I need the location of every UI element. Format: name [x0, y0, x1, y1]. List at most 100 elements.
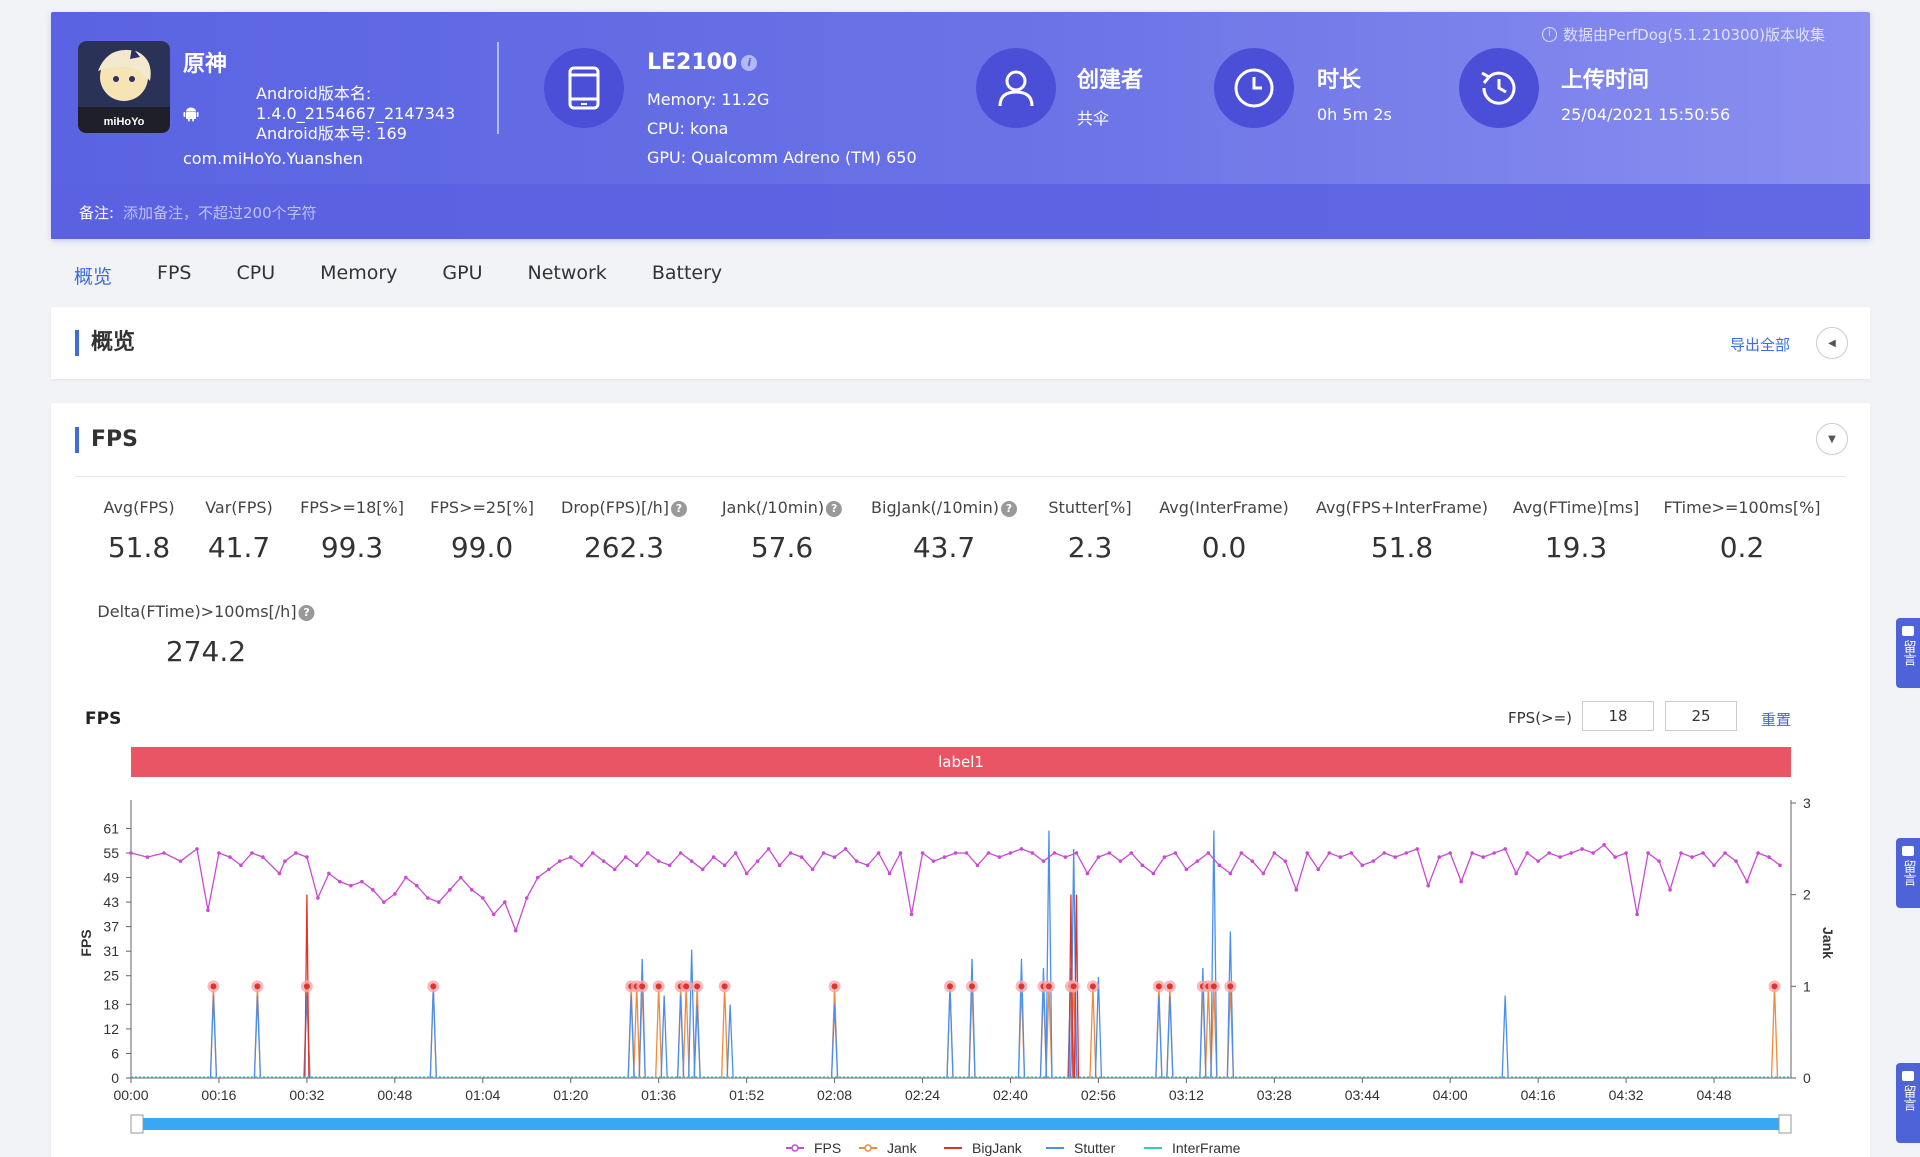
stutter-spike — [429, 986, 437, 1079]
x-tick-label: 01:20 — [553, 1087, 588, 1103]
x-tick-label: 00:16 — [201, 1087, 236, 1103]
metric-value: 99.0 — [450, 531, 514, 564]
fps-point — [1547, 851, 1551, 855]
fps-point — [931, 859, 936, 863]
fps-point — [404, 875, 408, 880]
fps-point — [338, 879, 342, 884]
jank-marker — [1771, 983, 1778, 990]
fps-chart: 061218253137434955610123FPS Jank00:00 00:1… — [78, 795, 1836, 1156]
reset-link[interactable]: 重置 — [1761, 709, 1791, 730]
fps-point — [755, 859, 760, 863]
tab-overview[interactable]: 概览 — [74, 262, 112, 289]
tab-fps[interactable]: FPS — [157, 262, 191, 289]
feedback-button-3[interactable]: 留言 — [1896, 1063, 1920, 1143]
x-tick-label: 02:24 — [905, 1087, 940, 1103]
jank-marker — [947, 983, 954, 990]
label-band[interactable]: label1 — [131, 747, 1791, 777]
metric-label-text: Drop(FPS)[/h] — [561, 498, 669, 517]
tab-cpu[interactable]: CPU — [236, 262, 275, 289]
creator-value: 共伞 — [1077, 109, 1110, 128]
fps-point — [1349, 851, 1354, 855]
feedback-label: 留言 — [1900, 640, 1916, 666]
game-icon-brand: miHoYo — [104, 116, 145, 128]
stutter-spike — [638, 958, 646, 1079]
fps-point — [1305, 851, 1310, 855]
fps-point — [568, 855, 573, 859]
version-code: Android版本号: 169 — [256, 124, 407, 143]
metric-item: BigJank(/10min)? 43.7 — [871, 498, 1017, 564]
fps-point — [1393, 855, 1398, 859]
fps-point — [145, 855, 150, 859]
fps-point — [1701, 851, 1705, 855]
fps-point — [393, 892, 397, 896]
help-icon[interactable]: ? — [298, 605, 315, 621]
stutter-spike — [1166, 995, 1174, 1079]
fps-point — [1525, 851, 1529, 855]
metric-label: FTime>=100ms[%] — [1663, 498, 1820, 517]
tab-bar: 概览 FPS CPU Memory GPU Network Battery — [74, 262, 722, 289]
y-tick-label: 25 — [103, 968, 119, 984]
fps-point — [678, 851, 683, 855]
fps-point — [590, 851, 595, 855]
device-info-icon[interactable]: i — [741, 55, 758, 71]
jank-spike — [1770, 986, 1779, 1079]
y2-tick-label: 2 — [1803, 887, 1811, 903]
metric-label: Stutter[%] — [1048, 498, 1131, 517]
fps-point — [1426, 883, 1431, 888]
y-tick-label: 6 — [111, 1045, 119, 1061]
export-all-link[interactable]: 导出全部 — [1730, 334, 1790, 355]
fps-point — [1723, 851, 1727, 855]
tab-memory[interactable]: Memory — [320, 262, 397, 289]
metric-item: Avg(FPS) 51.8 — [103, 498, 174, 564]
threshold-low-input[interactable] — [1582, 701, 1654, 731]
fps-point — [1470, 851, 1474, 855]
fps-point — [898, 851, 903, 855]
metric-label-text: BigJank(/10min) — [871, 498, 999, 517]
device-gpu: GPU: Qualcomm Adreno (TM) 650 — [647, 148, 917, 167]
jank-spike — [682, 986, 690, 1079]
fps-point — [546, 867, 551, 872]
fps-point — [733, 851, 738, 855]
threshold-high-input[interactable] — [1665, 701, 1737, 731]
tab-gpu[interactable]: GPU — [442, 262, 482, 289]
device-name-text: LE2100 — [647, 50, 738, 75]
fps-point — [480, 896, 485, 900]
fps-point — [1613, 855, 1617, 859]
fps-point — [1778, 863, 1782, 868]
remark-input[interactable]: 添加备注，不超过200个字符 — [123, 202, 317, 223]
metric-label-text: Stutter[%] — [1048, 498, 1132, 517]
tab-battery[interactable]: Battery — [652, 262, 722, 289]
help-icon[interactable]: ? — [1000, 501, 1017, 517]
help-icon[interactable]: ? — [826, 501, 843, 517]
fps-point — [821, 851, 826, 855]
collapse-left-icon[interactable]: ◀ — [1816, 327, 1848, 359]
feedback-button-2[interactable]: 留言 — [1896, 838, 1920, 908]
fps-point — [1558, 855, 1562, 859]
stutter-spike — [968, 958, 976, 1079]
legend-label: Jank — [887, 1140, 918, 1156]
collapse-down-icon[interactable]: ▼ — [1816, 423, 1848, 455]
stutter-spike — [253, 995, 262, 1079]
fps-point — [887, 871, 892, 876]
history-icon — [1459, 48, 1539, 128]
x-tick-label: 04:32 — [1609, 1087, 1644, 1103]
fps-point — [1019, 847, 1024, 851]
fps-point — [1151, 871, 1156, 876]
zoom-handle-left — [130, 1114, 144, 1134]
game-icon: miHoYo — [78, 41, 170, 133]
fps-point — [1283, 859, 1288, 863]
y-axis-title: FPS — [78, 929, 94, 956]
fps-point — [909, 912, 914, 917]
x-tick-label: 02:08 — [817, 1087, 852, 1103]
fps-point — [1118, 859, 1123, 863]
help-icon[interactable]: ? — [671, 501, 687, 517]
fps-point — [1624, 851, 1628, 855]
feedback-button-1[interactable]: 留言 — [1896, 618, 1920, 688]
creator-title: 创建者 — [1077, 68, 1144, 93]
feedback-label: 留言 — [1900, 860, 1916, 886]
tab-network[interactable]: Network — [527, 262, 606, 289]
fps-point — [316, 896, 320, 900]
fps-point — [612, 867, 617, 872]
metric-value: 99.3 — [320, 531, 384, 564]
jank-marker — [721, 983, 728, 990]
